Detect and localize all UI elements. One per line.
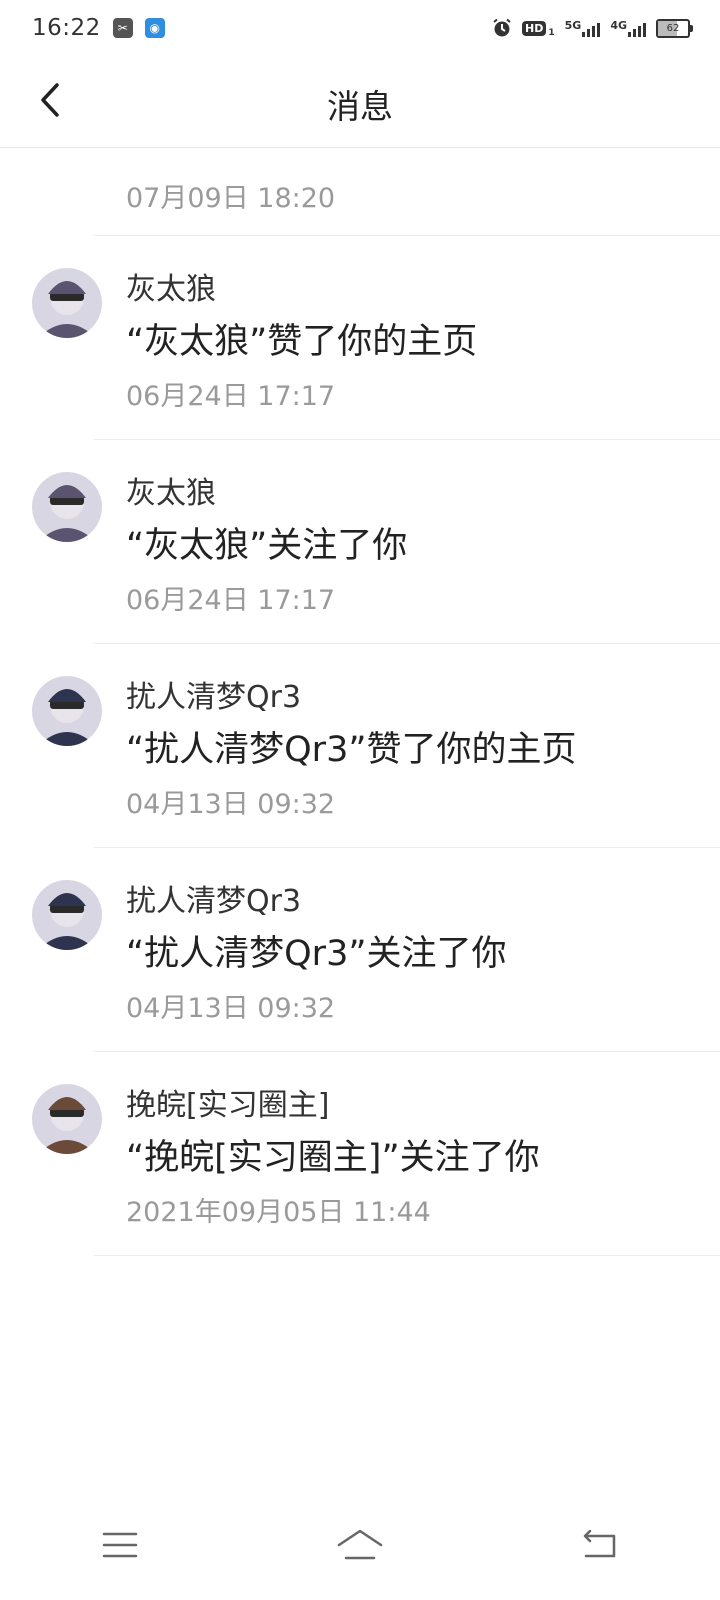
status-left: 16:22 ✂ ◉ [32,15,165,41]
notification-item[interactable]: 扰人清梦Qr3 “扰人清梦Qr3”关注了你 04月13日 09:32 [0,848,720,1052]
home-button[interactable] [320,1515,400,1575]
network-type-1: 5G [564,19,582,32]
notification-message: “扰人清梦Qr3”赞了你的主页 [126,730,577,770]
timestamp: 06月24日 17:17 [126,381,336,412]
notification-message: “扰人清梦Qr3”关注了你 [126,934,507,974]
avatar[interactable] [32,268,102,338]
timestamp: 04月13日 09:32 [126,993,336,1024]
notification-item[interactable]: 挽皖[实习圈主] “挽皖[实习圈主]”关注了你 2021年09月05日 11:44 [0,1052,720,1256]
menu-icon [102,1532,138,1558]
notification-item[interactable]: 灰太狼 “灰太狼”关注了你 06月24日 17:17 [0,440,720,644]
status-time: 16:22 [32,15,101,41]
timestamp: 06月24日 17:17 [126,585,336,616]
notification-item[interactable]: 扰人清梦Qr3 “扰人清梦Qr3”赞了你的主页 04月13日 09:32 [0,644,720,848]
return-icon [583,1530,616,1558]
notification-item[interactable]: 灰太狼 “灰太狼”赞了你的主页 06月24日 17:17 [0,236,720,440]
alarm-icon [493,18,511,37]
battery-level: 62 [666,22,680,34]
timestamp: 2021年09月05日 11:44 [126,1197,431,1228]
username[interactable]: 扰人清梦Qr3 [126,884,630,920]
message-list[interactable]: 07月09日 18:20 灰太狼 “灰太狼”赞了你的主页 06月24日 17:17 灰… [0,148,720,1256]
status-right: HD 1 5G 4G 62 [492,18,693,38]
username[interactable]: 灰太狼 [126,476,630,512]
signal-bars-icon [628,19,646,37]
sim-index: 1 [548,28,555,38]
notification-message: “灰太狼”赞了你的主页 [126,322,478,362]
network-type-2: 4G [610,19,627,32]
avatar[interactable] [32,880,102,950]
username[interactable]: 挽皖[实习圈主] [126,1088,630,1124]
avatar[interactable] [32,472,102,542]
battery-icon: 62 [656,18,693,38]
notification-message: “灰太狼”关注了你 [126,526,408,566]
system-nav-bar [0,1490,720,1600]
return-button[interactable] [560,1515,640,1575]
menu-button[interactable] [80,1515,160,1575]
hd-badge: HD [522,20,547,36]
timestamp: 04月13日 09:32 [126,789,336,820]
username[interactable]: 灰太狼 [126,272,630,308]
signal-4g: 4G [610,19,646,37]
signal-5g: 5G [565,19,601,37]
notification-app-icon: ✂ [112,18,133,38]
app-header: 消息 [0,56,720,148]
avatar[interactable] [32,1084,102,1154]
notification-message: “挽皖[实习圈主]”关注了你 [126,1138,540,1178]
previous-item-timestamp: 07月09日 18:20 [0,148,720,236]
status-bar: 16:22 ✂ ◉ HD 1 5G 4G 62 [0,0,720,56]
avatar[interactable] [32,676,102,746]
signal-bars-icon [582,19,601,37]
username[interactable]: 扰人清梦Qr3 [126,680,630,716]
notification-wifi-app-icon: ◉ [144,18,165,38]
home-icon [337,1529,383,1560]
page-title: 消息 [327,87,393,126]
